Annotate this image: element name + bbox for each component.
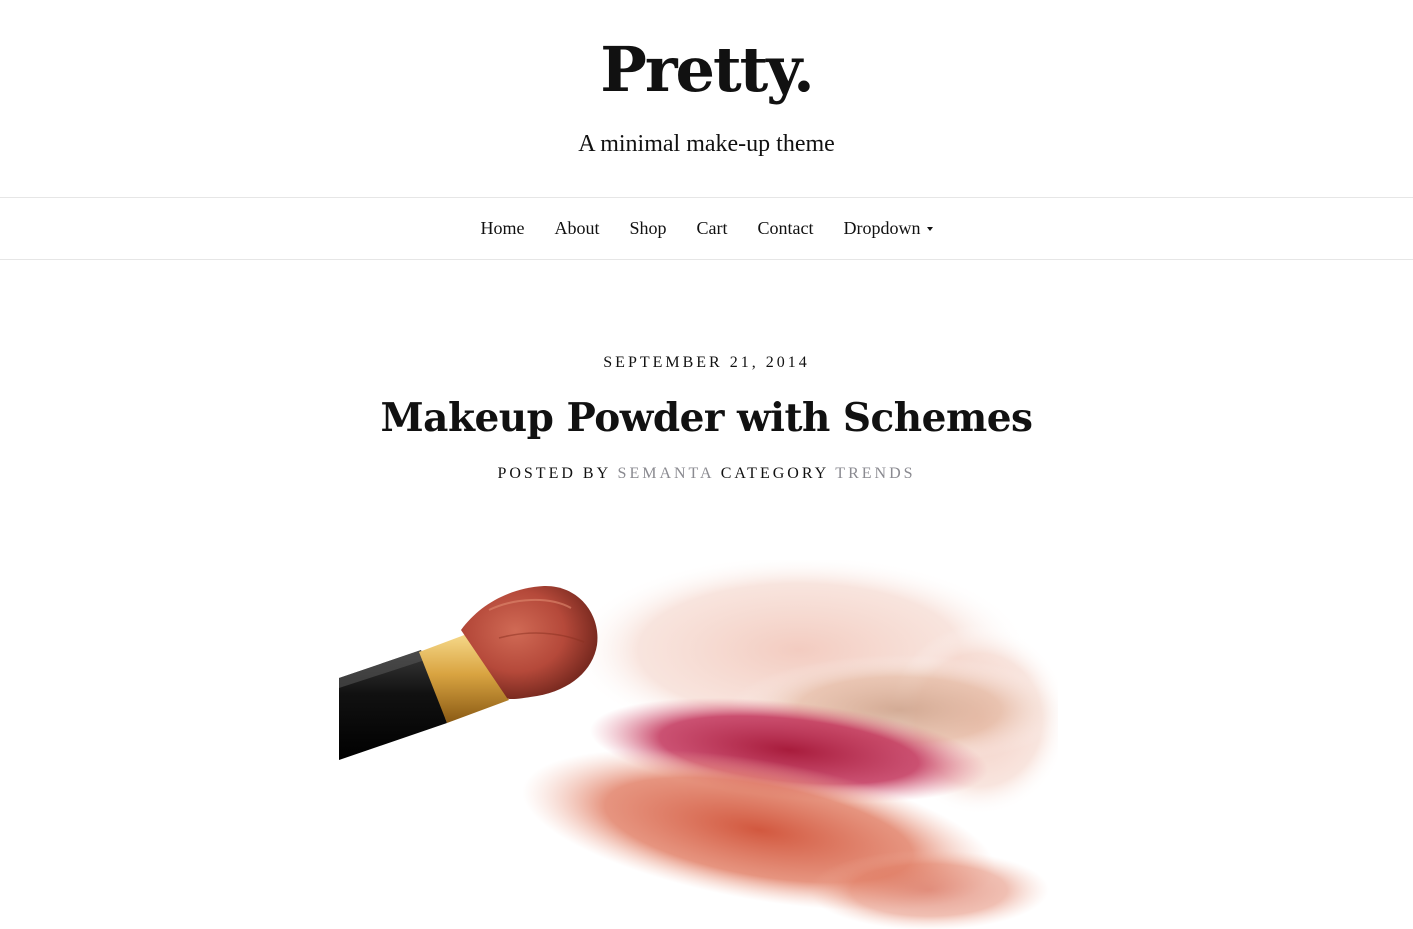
nav-item-label: Dropdown: [843, 218, 921, 238]
caret-down-icon: [926, 226, 933, 231]
makeup-brush-powder-image: [339, 560, 1058, 929]
nav-item-label: Shop: [629, 218, 667, 238]
nav-item-label: Home: [480, 218, 525, 238]
main-nav: Home About Shop Cart Contact Dropdown: [0, 197, 1413, 260]
nav-item-home[interactable]: Home: [465, 218, 539, 239]
post-title[interactable]: Makeup Powder with Schemes: [0, 392, 1413, 444]
site-tagline: A minimal make-up theme: [578, 131, 835, 157]
nav-item-label: Cart: [696, 218, 728, 238]
author-link[interactable]: SEMANTA: [618, 465, 714, 482]
nav-item-about[interactable]: About: [539, 218, 614, 239]
nav-item-contact[interactable]: Contact: [743, 218, 829, 239]
post-date: SEPTEMBER 21, 2014: [603, 354, 810, 371]
nav-list: Home About Shop Cart Contact Dropdown: [0, 198, 1413, 259]
nav-item-dropdown[interactable]: Dropdown: [829, 218, 948, 239]
nav-item-shop[interactable]: Shop: [614, 218, 681, 239]
nav-item-cart[interactable]: Cart: [682, 218, 743, 239]
site-header: Pretty. A minimal make-up theme: [0, 0, 1413, 197]
featured-image[interactable]: [339, 560, 1058, 929]
post-meta: POSTED BY SEMANTA CATEGORY TRENDS: [0, 462, 1413, 486]
site-title[interactable]: Pretty.: [0, 30, 1413, 110]
category-link[interactable]: TRENDS: [835, 465, 915, 482]
category-label: CATEGORY: [720, 465, 829, 482]
nav-item-label: Contact: [757, 218, 814, 238]
posted-by-label: POSTED BY: [497, 465, 611, 482]
powder-swatches: [522, 560, 1058, 929]
makeup-brush: [339, 585, 598, 760]
nav-item-label: About: [554, 218, 600, 238]
